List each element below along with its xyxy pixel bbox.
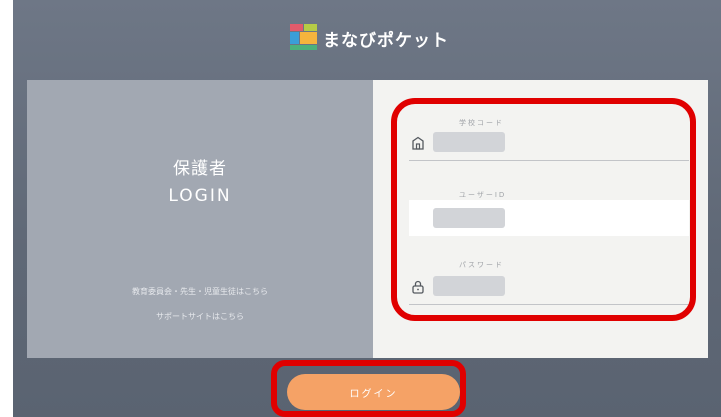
header: まなびポケット	[13, 20, 721, 60]
support-site-link[interactable]: サポートサイトはこちら	[27, 311, 373, 322]
role-title: 保護者	[173, 159, 227, 179]
form-highlight	[391, 98, 696, 321]
app-title: まなびポケット	[323, 31, 449, 51]
app-logo-icon	[290, 24, 318, 52]
staff-login-link[interactable]: 教育委員会・先生・児童生徒はこちら	[27, 286, 373, 297]
login-title: LOGIN	[168, 186, 232, 206]
left-panel: 保護者 LOGIN 教育委員会・先生・児童生徒はこちら サポートサイトはこちら	[27, 80, 373, 358]
button-highlight	[271, 360, 466, 417]
